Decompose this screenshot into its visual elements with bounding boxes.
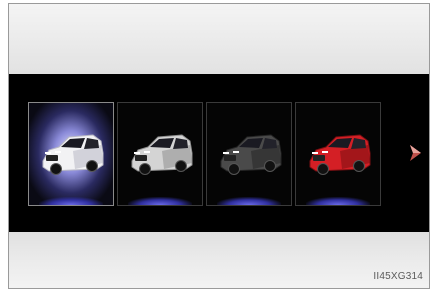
vehicle-color-screen [9, 74, 429, 232]
vehicle-grille [313, 155, 325, 161]
tile-vehicle-white[interactable] [28, 102, 114, 206]
vehicle-wheel [139, 163, 151, 175]
selection-glow [39, 197, 103, 205]
vehicle-wheel [86, 160, 98, 172]
tile-glow [128, 197, 192, 205]
bottom-band: II45XG314 [9, 232, 429, 288]
illustration-frame: II45XG314 [8, 3, 430, 289]
vehicle-grille [224, 155, 236, 161]
vehicle-headlight [233, 151, 239, 153]
tile-glow [217, 197, 281, 205]
vehicle-wheel [264, 160, 276, 172]
vehicle-wheel [353, 160, 365, 172]
vehicle-red-icon [309, 134, 371, 175]
vehicle-white-icon [42, 134, 104, 175]
vehicle-grille [135, 155, 147, 161]
vehicle-headlight [55, 151, 61, 153]
vehicle-headlight [312, 152, 318, 154]
vehicle-dark-icon [220, 134, 282, 175]
top-band [9, 4, 429, 74]
vehicle-silver-icon [131, 134, 193, 175]
vehicle-wheel [175, 160, 187, 172]
tile-vehicle-red[interactable] [295, 102, 381, 206]
vehicle-headlight [45, 152, 51, 154]
vehicle-headlight [322, 151, 328, 153]
tile-vehicle-dark[interactable] [206, 102, 292, 206]
vehicle-grille [46, 155, 58, 161]
vehicle-headlight [144, 151, 150, 153]
figure-code: II45XG314 [373, 271, 423, 282]
vehicle-wheel [317, 163, 329, 175]
tile-vehicle-silver[interactable] [117, 102, 203, 206]
vehicle-headlight [134, 152, 140, 154]
next-arrow-button[interactable] [406, 141, 426, 165]
vehicle-headlight [223, 152, 229, 154]
vehicle-wheel [228, 163, 240, 175]
chevron-right-icon [410, 145, 421, 161]
tile-glow [306, 197, 370, 205]
vehicle-wheel [50, 163, 62, 175]
